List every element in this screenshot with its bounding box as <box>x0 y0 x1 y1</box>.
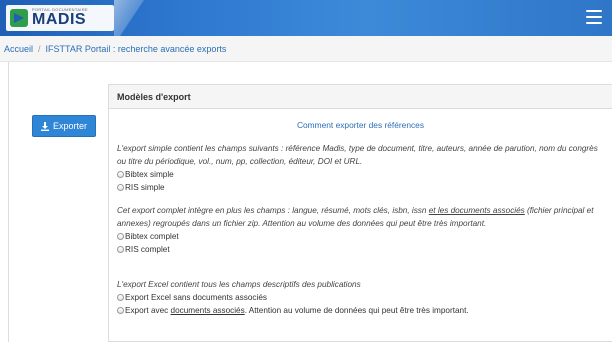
option-label: Export avec documents associés. Attentio… <box>125 306 469 315</box>
option-excel-sans-documents[interactable]: Export Excel sans documents associés <box>117 291 604 304</box>
option-bibtex-simple[interactable]: Bibtex simple <box>117 168 604 181</box>
complete-export-description: Cet export complet intègre en plus les c… <box>117 206 594 228</box>
simple-export-description: L'export simple contient les champs suiv… <box>117 144 598 166</box>
excel-export-description: L'export Excel contient tous les champs … <box>117 280 361 289</box>
hamburger-icon[interactable] <box>586 10 602 24</box>
option-label: Bibtex complet <box>125 232 179 241</box>
option-ris-complet[interactable]: RIS complet <box>117 243 604 256</box>
madis-logo[interactable]: PORTAIL DOCUMENTAIRE MADIS <box>6 5 114 31</box>
top-header: PORTAIL DOCUMENTAIRE MADIS <box>0 0 612 36</box>
logo-mark-icon <box>10 9 28 27</box>
logo-title: MADIS <box>32 11 87 28</box>
radio-ris-complet[interactable] <box>117 246 124 253</box>
radio-excel-sans-documents[interactable] <box>117 294 124 301</box>
left-divider <box>8 62 9 342</box>
export-button-label: Exporter <box>52 121 87 131</box>
howto-export-link[interactable]: Comment exporter des références <box>117 119 604 132</box>
associated-documents-link-2[interactable]: documents associés <box>171 306 245 315</box>
associated-documents-link[interactable]: et les documents associés <box>429 206 525 215</box>
export-button[interactable]: Exporter <box>32 115 96 137</box>
option-label: Export Excel sans documents associés <box>125 293 267 302</box>
option-export-avec-documents[interactable]: Export avec documents associés. Attentio… <box>117 304 604 317</box>
option-label: RIS simple <box>125 183 165 192</box>
breadcrumb: Accueil / IFSTTAR Portail : recherche av… <box>0 36 612 62</box>
download-icon <box>40 121 49 131</box>
option-label: Bibtex simple <box>125 170 174 179</box>
export-models-panel: Modèles d'export Comment exporter des ré… <box>108 84 612 342</box>
breadcrumb-home-link[interactable]: Accueil <box>4 44 33 54</box>
header-decoration <box>114 0 144 36</box>
radio-export-avec-documents[interactable] <box>117 307 124 314</box>
panel-title: Modèles d'export <box>109 85 612 109</box>
radio-bibtex-simple[interactable] <box>117 171 124 178</box>
option-bibtex-complet[interactable]: Bibtex complet <box>117 230 604 243</box>
radio-ris-simple[interactable] <box>117 184 124 191</box>
option-ris-simple[interactable]: RIS simple <box>117 181 604 194</box>
breadcrumb-separator: / <box>38 43 41 54</box>
breadcrumb-current-link[interactable]: IFSTTAR Portail : recherche avancée expo… <box>46 44 227 54</box>
radio-bibtex-complet[interactable] <box>117 233 124 240</box>
option-label: RIS complet <box>125 245 170 254</box>
